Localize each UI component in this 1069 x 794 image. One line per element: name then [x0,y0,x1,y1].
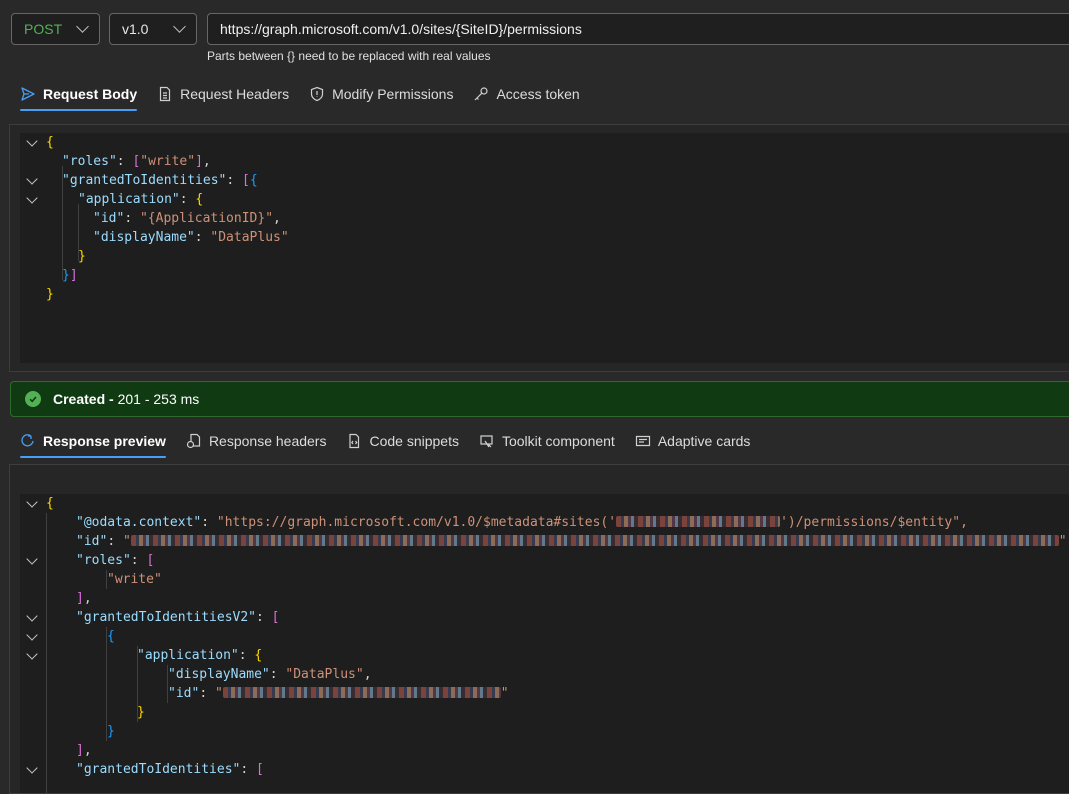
code-icon [349,433,360,449]
chevron-down-icon [173,20,186,33]
tab-label: Request Headers [180,86,290,102]
fold-chevron-icon[interactable] [26,173,38,185]
request-tabs: Request Body Request Headers Modify Perm… [12,76,588,112]
code-line: "grantedToIdentitiesV2": [ [76,610,280,625]
tab-modify-permissions[interactable]: Modify Permissions [301,80,461,108]
response-preview-panel: { "@odata.context": "https://graph.micro… [9,464,1069,794]
code-line: "grantedToIdentities": [ [76,762,264,777]
code-line: }] [62,268,78,283]
url-hint: Parts between {} need to be replaced wit… [207,49,491,63]
code-line: { [46,135,54,150]
redacted-application-id [222,687,501,698]
http-method-dropdown[interactable]: POST [11,13,100,45]
status-detail: 201 - 253 ms [117,391,200,407]
code-line: } [46,287,54,302]
tab-label: Adaptive cards [657,433,751,449]
code-line: "id": "", [76,534,1069,549]
tab-adaptive-cards[interactable]: Adaptive cards [627,427,759,455]
code-line: "@odata.context": "https://graph.microso… [76,515,968,530]
chevron-down-icon [76,20,89,33]
status-label: Created - [53,391,114,407]
redacted-site-id [616,516,781,527]
api-version-dropdown[interactable]: v1.0 [109,13,197,45]
code-line: "roles": ["write"], [62,154,211,169]
code-line: "displayName": "DataPlus", [168,667,372,682]
code-line: "grantedToIdentities": [{ [62,173,258,188]
tab-label: Request Body [43,86,138,102]
code-line: } [78,249,86,264]
code-line: "application": { [78,192,204,207]
url-input[interactable] [207,13,1069,45]
response-preview-editor[interactable]: { "@odata.context": "https://graph.micro… [20,494,1069,793]
code-line: ], [76,591,92,606]
code-line: ], [76,743,92,758]
document-icon [160,86,171,102]
preview-icon [21,434,34,447]
toolkit-icon [480,435,493,448]
fold-chevron-icon[interactable] [26,192,38,204]
code-line: "application": { [137,648,263,663]
http-method-value: POST [24,21,63,37]
fold-chevron-icon[interactable] [26,135,38,147]
tab-access-token[interactable]: Access token [465,80,587,108]
code-line: } [137,705,145,720]
fold-chevron-icon[interactable] [26,648,38,660]
tab-label: Toolkit component [501,433,615,449]
request-body-panel: { "roles": ["write"], "grantedToIdentiti… [9,124,1069,372]
tab-label: Response preview [43,433,166,449]
tab-toolkit-component[interactable]: Toolkit component [471,427,623,455]
fold-chevron-icon[interactable] [26,762,38,774]
headers-icon [186,433,201,449]
code-line: } [107,724,115,739]
tab-label: Code snippets [369,433,459,449]
fold-chevron-icon[interactable] [26,496,38,508]
tab-request-headers[interactable]: Request Headers [149,80,297,108]
code-line: { [46,496,54,511]
api-version-value: v1.0 [122,21,149,37]
tab-label: Modify Permissions [332,86,454,102]
fold-chevron-icon[interactable] [26,629,38,641]
fold-chevron-icon[interactable] [26,610,38,622]
response-status-bar: Created - 201 - 253 ms [10,381,1069,417]
tab-code-snippets[interactable]: Code snippets [338,427,467,455]
request-bar: POST v1.0 Parts between {} need to be re… [0,0,1069,70]
tab-label: Access token [496,86,580,102]
shield-icon [310,86,324,102]
success-check-icon [25,391,41,407]
tab-label: Response headers [208,433,327,449]
redacted-permission-id [130,535,1059,546]
card-icon [635,435,650,447]
tab-response-headers[interactable]: Response headers [178,427,335,455]
code-line: { [107,629,115,644]
response-tabs: Response preview Response headers Code s… [12,423,758,459]
code-line: "id": " " [168,686,509,701]
code-line: "id": "{ApplicationID}", [93,211,281,226]
tab-request-body[interactable]: Request Body [12,80,145,111]
tab-response-preview[interactable]: Response preview [12,427,174,458]
send-icon [21,87,35,101]
key-icon [475,87,489,101]
request-body-editor[interactable]: { "roles": ["write"], "grantedToIdentiti… [20,133,1069,363]
code-line: "write" [107,572,162,587]
indent-guide [46,513,47,793]
fold-chevron-icon[interactable] [26,553,38,565]
code-line: "roles": [ [76,553,155,568]
code-line: "displayName": "DataPlus" [93,230,289,245]
